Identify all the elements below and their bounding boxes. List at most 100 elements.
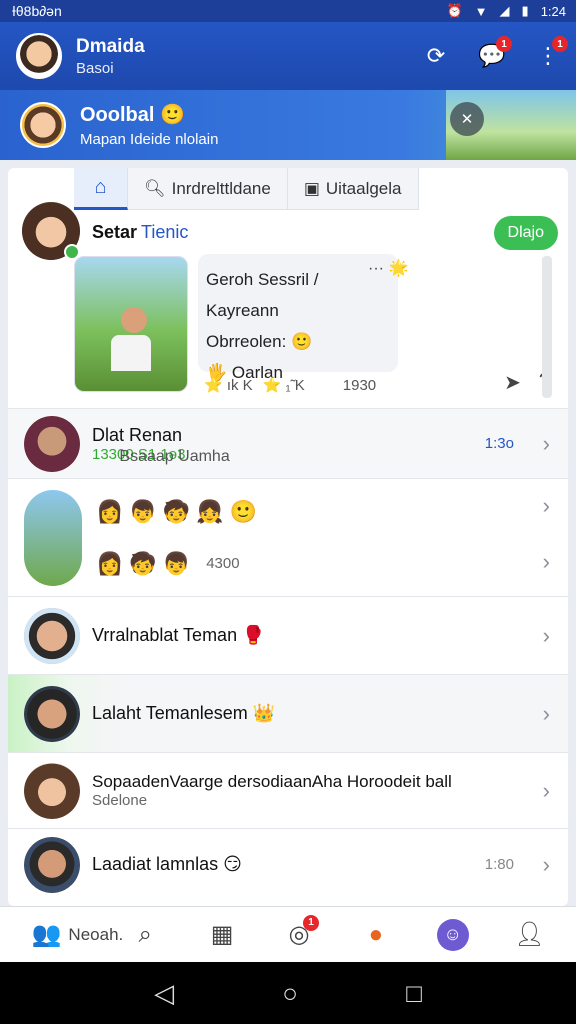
feed-post: Setar Tienic Dlajo Geroh Sessril / Kayrea… — [8, 198, 568, 408]
contact-time: 1:80 — [484, 856, 514, 873]
contact-avatar — [24, 685, 80, 742]
list-item[interactable]: Laadiat lamnlas 😏 1:80 › — [8, 828, 568, 900]
share-icon[interactable]: ➤ — [504, 370, 521, 395]
nav-calendar[interactable]: ▦ — [206, 919, 238, 951]
post-image[interactable] — [74, 256, 188, 392]
profile-avatar[interactable] — [16, 33, 62, 79]
menu-button[interactable]: ⋮ 1 — [534, 36, 568, 70]
status-time: 1:24 — [540, 3, 566, 19]
signal-icon: ◢ — [499, 3, 510, 18]
chevron-right-icon: › — [542, 700, 550, 726]
shuffle-icon: ✕ — [460, 111, 474, 128]
bottom-navigation: 👥 Neoah. ⌕ ▦ ◎ 1 ● ☺ 👤︎ — [0, 906, 576, 962]
contact-name: Dlat Renan — [92, 424, 183, 445]
contact-name: Laadiat lamnlas 😏 — [92, 854, 242, 874]
calendar-icon: ▦ — [210, 921, 234, 948]
reaction-count: 1930 — [342, 376, 377, 394]
game-icon: ● — [368, 920, 384, 948]
nav-notifications[interactable]: ◎ 1 — [283, 914, 319, 951]
promo-banner[interactable]: Ooolbal 🙂 Mapan Ideide nlolain ✕ — [0, 90, 576, 160]
notification-badge: 1 — [302, 914, 319, 931]
contact-name: Vrralnablat Teman 🥊 — [92, 625, 265, 645]
chevron-right-icon: › — [542, 430, 550, 456]
chevron-right-icon: › — [542, 622, 550, 648]
post-author: Setar Tienic — [92, 222, 188, 243]
post-author-name: Setar — [92, 222, 138, 242]
reaction-1[interactable]: ⭐ ık K — [204, 376, 253, 394]
contact-avatar — [24, 415, 80, 472]
chevron-right-icon: › — [542, 549, 550, 574]
list-item[interactable]: Dlat Renan 13300 S1 1ə3 Bsaaap Uamha 1:3… — [8, 408, 568, 478]
status-left-text: Ɨθ8b∂ən — [12, 3, 62, 19]
status-icons: ⏰ ▼ ◢ ▮ 1:24 — [446, 3, 566, 19]
list-item[interactable]: SopaadenVaarge dersodiaanAha Horoodeit b… — [8, 752, 568, 828]
list-item[interactable]: 👩 👦 🧒 👧 🙂 👩 🧒 👦 4300 › › — [8, 478, 568, 596]
file-icon: ▣ — [303, 178, 320, 198]
list-item[interactable]: Vrralnablat Teman 🥊 › — [8, 596, 568, 674]
back-icon[interactable]: ◁ — [154, 978, 174, 1009]
search-icon: ⌕ — [138, 920, 152, 948]
contact-time: 1:3o — [484, 435, 514, 452]
member-emojis-bottom: 👩 🧒 👦 4300 — [96, 550, 240, 576]
post-line-3: Obrreolen: 🙂 — [206, 332, 313, 351]
post-author-tag: Tienic — [141, 222, 189, 242]
reaction-2[interactable]: ⭐ ₁̃ K — [263, 376, 305, 394]
post-reactions: ⭐ ık K ⭐ ₁̃ K 1930 — [204, 376, 377, 395]
contact-name: SopaadenVaarge dersodiaanAha Horoodeit b… — [92, 772, 452, 791]
contact-status: Sdelone — [92, 792, 148, 809]
contact-preview: Bsaaap Uamha — [119, 447, 230, 465]
tab-search-label: Inrdrelttldane — [171, 178, 271, 198]
banner-title: Ooolbal 🙂 — [80, 104, 185, 126]
app-subtitle: Basoi — [76, 59, 114, 77]
user-icon: 👤︎ — [514, 921, 545, 948]
banner-dismiss-button[interactable]: ✕ — [450, 102, 484, 136]
chat-button[interactable]: 💬 1 — [478, 36, 512, 70]
banner-avatar — [20, 102, 66, 148]
nav-games[interactable]: ● — [360, 919, 392, 951]
chevron-right-icon: › — [542, 851, 550, 877]
nav-search-label: Neoah. — [68, 924, 124, 944]
search-icon: 🔍︎ — [144, 178, 166, 198]
tab-files-label: Uitaalgela — [325, 178, 402, 198]
system-navigation: ◁ ○ □ — [0, 962, 576, 1024]
more-dots: ··· — [368, 260, 384, 277]
refresh-icon: ⟳ — [426, 43, 446, 68]
member-emojis-top: 👩 👦 🧒 👧 🙂 — [96, 498, 258, 524]
contact-name: Lalaht Temanlesem 👑 — [92, 703, 276, 723]
group-avatar — [24, 489, 82, 586]
contact-avatar — [24, 607, 80, 664]
post-line-2: Kayreann — [206, 301, 279, 320]
refresh-button[interactable]: ⟳ — [422, 42, 450, 70]
main-feed: ⌂ 🔍︎ Inrdrelttldane ▣ Uitaalgela Setar Ti… — [8, 168, 568, 906]
chat-list: Dlat Renan 13300 S1 1ə3 Bsaaap Uamha 1:3… — [8, 408, 568, 900]
post-line-1: Geroh Sessril / — [206, 270, 319, 289]
boy-illustration — [111, 307, 155, 371]
home-icon: ⌂ — [94, 176, 107, 198]
chat-badge: 1 — [496, 36, 512, 52]
status-bar: Ɨθ8b∂ən ⏰ ▼ ◢ ▮ 1:24 — [0, 0, 576, 22]
chat-bot-icon: ☺ — [436, 918, 469, 951]
list-item[interactable]: Lalaht Temanlesem 👑 › — [8, 674, 568, 752]
chevron-right-icon: › — [542, 493, 550, 518]
people-icon: 👥 — [31, 921, 62, 948]
contact-avatar — [24, 836, 80, 893]
join-button[interactable]: Dlajo — [493, 216, 558, 250]
nav-search[interactable]: 👥 Neoah. ⌕ — [30, 919, 161, 951]
nav-chat[interactable]: ☺ — [436, 918, 469, 951]
app-title: Dmaida — [76, 35, 145, 57]
post-scrollbar[interactable] — [542, 256, 552, 398]
chevron-right-icon: › — [542, 777, 550, 803]
group-count: 4300 — [206, 555, 240, 572]
home-circle-icon[interactable]: ○ — [282, 978, 298, 1009]
contact-avatar — [24, 762, 80, 819]
post-more[interactable]: ··· 🌟 — [368, 258, 408, 278]
banner-subtitle: Mapan Ideide nlolain — [80, 131, 219, 148]
battery-icon: ▮ — [521, 3, 529, 18]
alarm-icon: ⏰ — [446, 3, 463, 18]
app-bar: Dmaida Basoi ⟳ 💬 1 ⋮ 1 — [0, 22, 576, 90]
nav-profile[interactable]: 👤︎ — [514, 919, 546, 951]
wifi-icon: ▼ — [474, 3, 488, 19]
recents-icon[interactable]: □ — [406, 978, 422, 1009]
menu-badge: 1 — [552, 36, 568, 52]
star-sticker-icon: 🌟 — [388, 260, 409, 277]
